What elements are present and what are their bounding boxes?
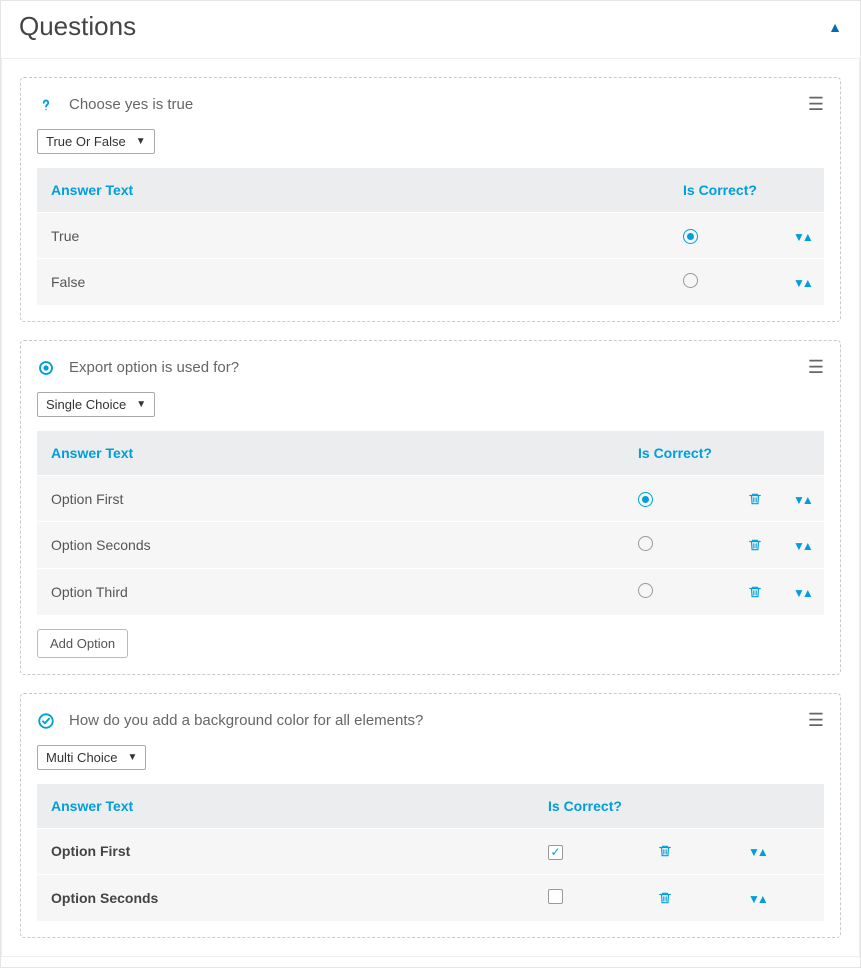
sort-handle-icon[interactable]: ▼▲ <box>748 892 766 906</box>
col-sort <box>734 784 824 829</box>
col-delete <box>644 784 734 829</box>
trash-icon[interactable] <box>748 538 765 552</box>
question-type-select[interactable]: Single Choice ▼ <box>37 392 155 417</box>
add-option-button[interactable]: Add Option <box>37 629 128 658</box>
sort-handle-icon[interactable]: ▼▲ <box>793 230 811 244</box>
answer-text: Option Seconds <box>37 874 534 921</box>
sort-handle-icon[interactable]: ▼▲ <box>748 845 766 859</box>
answer-text: False <box>37 259 669 306</box>
correct-radio[interactable] <box>683 273 698 288</box>
select-value: Single Choice <box>46 397 126 412</box>
trash-icon[interactable] <box>748 492 765 506</box>
answer-text: Option First <box>37 829 534 875</box>
question-type-select[interactable]: Multi Choice ▼ <box>37 745 146 770</box>
question-title: Choose yes is true <box>69 96 193 113</box>
question-card: Choose yes is true ☰ True Or False ▼ Ans… <box>20 77 841 322</box>
correct-radio[interactable] <box>683 229 698 244</box>
trash-icon[interactable] <box>658 891 720 905</box>
correct-checkbox[interactable]: ✓ <box>548 845 563 860</box>
panel-header: Questions ▲ <box>1 1 860 59</box>
col-delete <box>734 431 779 476</box>
answer-text: Option Third <box>37 569 624 616</box>
answer-row: Option Seconds ▼▲ <box>37 874 824 921</box>
answer-row: Option First ▼▲ <box>37 476 824 522</box>
trash-icon[interactable] <box>658 844 720 858</box>
answer-row: Option First ✓ ▼▲ <box>37 829 824 875</box>
question-card: How do you add a background color for al… <box>20 693 841 938</box>
select-value: Multi Choice <box>46 750 118 765</box>
answer-row: Option Third ▼▲ <box>37 569 824 616</box>
hamburger-icon[interactable]: ☰ <box>808 710 824 731</box>
answer-row: True ▼▲ <box>37 213 824 259</box>
panel-title: Questions <box>19 11 136 42</box>
correct-radio[interactable] <box>638 583 653 598</box>
answer-text: Option Seconds <box>37 522 624 569</box>
select-value: True Or False <box>46 134 126 149</box>
col-answer-text: Answer Text <box>37 168 669 213</box>
question-card: Export option is used for? ☰ Single Choi… <box>20 340 841 675</box>
answer-row: False ▼▲ <box>37 259 824 306</box>
answers-table: Answer Text Is Correct? True ▼▲ False ▼ <box>37 168 824 305</box>
correct-checkbox[interactable] <box>548 889 563 904</box>
correct-radio[interactable] <box>638 536 653 551</box>
correct-radio[interactable] <box>638 492 653 507</box>
sort-handle-icon[interactable]: ▼▲ <box>793 539 811 553</box>
answer-text: True <box>37 213 669 259</box>
col-sort <box>779 431 824 476</box>
answer-text: Option First <box>37 476 624 522</box>
check-circle-icon <box>37 712 55 730</box>
question-mark-icon <box>37 96 55 114</box>
trash-icon[interactable] <box>748 585 765 599</box>
questions-panel: Questions ▲ Choose yes is true ☰ True Or… <box>0 0 861 968</box>
sort-handle-icon[interactable]: ▼▲ <box>793 276 811 290</box>
chevron-down-icon: ▼ <box>128 752 138 763</box>
sort-handle-icon[interactable]: ▼▲ <box>793 493 811 507</box>
hamburger-icon[interactable]: ☰ <box>808 357 824 378</box>
chevron-down-icon: ▼ <box>136 399 146 410</box>
radio-icon <box>37 359 55 377</box>
sort-handle-icon[interactable]: ▼▲ <box>793 586 811 600</box>
answer-row: Option Seconds ▼▲ <box>37 522 824 569</box>
collapse-toggle[interactable]: ▲ <box>828 19 842 35</box>
col-sort <box>779 168 824 213</box>
col-is-correct: Is Correct? <box>669 168 779 213</box>
answers-table: Answer Text Is Correct? Option First ▼▲ <box>37 431 824 615</box>
question-title: Export option is used for? <box>69 359 239 376</box>
answers-table: Answer Text Is Correct? Option First ✓ ▼… <box>37 784 824 921</box>
question-title: How do you add a background color for al… <box>69 712 423 729</box>
chevron-down-icon: ▼ <box>136 136 146 147</box>
col-is-correct: Is Correct? <box>534 784 644 829</box>
question-type-select[interactable]: True Or False ▼ <box>37 129 155 154</box>
col-answer-text: Answer Text <box>37 431 624 476</box>
panel-body: Choose yes is true ☰ True Or False ▼ Ans… <box>1 59 860 957</box>
col-is-correct: Is Correct? <box>624 431 734 476</box>
col-answer-text: Answer Text <box>37 784 534 829</box>
hamburger-icon[interactable]: ☰ <box>808 94 824 115</box>
